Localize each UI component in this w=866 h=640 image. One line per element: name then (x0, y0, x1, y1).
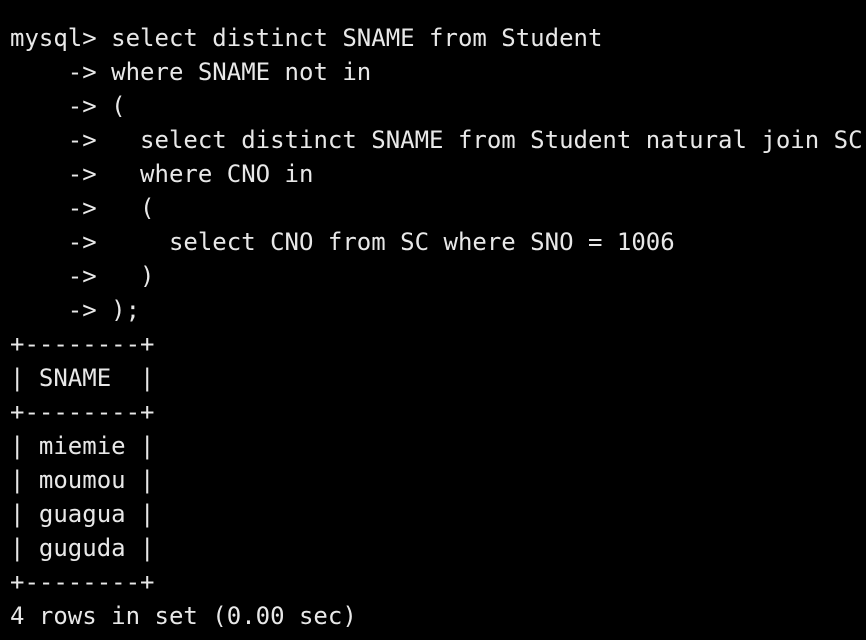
table-row: | guagua | (10, 500, 155, 528)
query-line-8: -> ) (10, 259, 866, 293)
query-line-9: -> ); (10, 293, 866, 327)
sql-text: select distinct SNAME from Student (111, 24, 603, 52)
sql-text: select CNO from SC where SNO = 1006 (111, 228, 675, 256)
sql-text: ( (111, 92, 126, 120)
sql-text: ); (111, 296, 141, 324)
result-status: 4 rows in set (0.00 sec) (10, 602, 357, 630)
sql-text: where SNAME not in (111, 58, 372, 86)
continuation-prompt: -> (10, 194, 112, 222)
continuation-prompt: -> (10, 160, 112, 188)
query-line-1: mysql> select distinct SNAME from Studen… (10, 21, 866, 55)
table-border-mid: +--------+ (10, 398, 155, 426)
table-row: | guguda | (10, 534, 155, 562)
sql-text: where CNO in (111, 160, 314, 188)
table-header-row: | SNAME | (10, 364, 155, 392)
table-border-top: +--------+ (10, 330, 155, 358)
continuation-prompt: -> (10, 228, 112, 256)
sql-text: select distinct SNAME from Student natur… (111, 126, 863, 154)
sql-text: ( (111, 194, 155, 222)
table-row: | miemie | (10, 432, 155, 460)
table-row: | moumou | (10, 466, 155, 494)
mysql-prompt: mysql> (10, 24, 112, 52)
continuation-prompt: -> (10, 126, 112, 154)
continuation-prompt: -> (10, 58, 112, 86)
sql-text: ) (111, 262, 155, 290)
query-line-5: -> where CNO in (10, 157, 866, 191)
query-line-3: -> ( (10, 89, 866, 123)
query-line-7: -> select CNO from SC where SNO = 1006 (10, 225, 866, 259)
continuation-prompt: -> (10, 296, 112, 324)
terminal-window[interactable]: mysql> select distinct SNAME from Studen… (0, 0, 866, 640)
query-line-4: -> select distinct SNAME from Student na… (10, 123, 866, 157)
table-border-bottom: +--------+ (10, 568, 155, 596)
query-line-6: -> ( (10, 191, 866, 225)
continuation-prompt: -> (10, 92, 112, 120)
query-line-2: -> where SNAME not in (10, 55, 866, 89)
continuation-prompt: -> (10, 262, 112, 290)
